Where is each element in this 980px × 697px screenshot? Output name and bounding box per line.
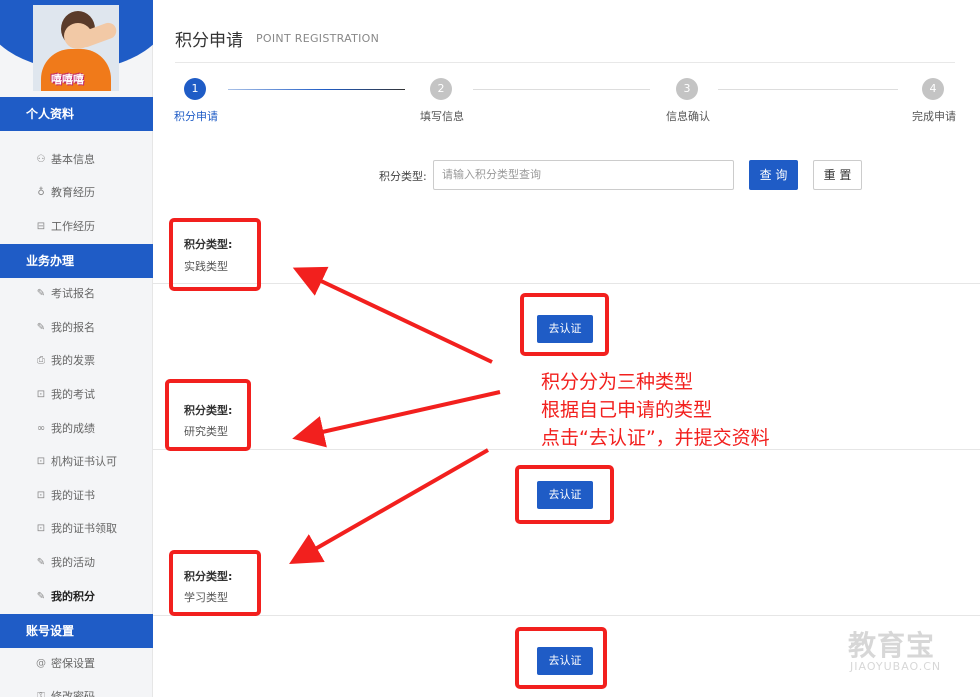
section-account[interactable]: 账号设置	[0, 614, 153, 648]
watermark-sub: JIAOYUBAO.CN	[850, 660, 942, 673]
sidebar-item-security-q[interactable]: @ 密保设置	[34, 654, 95, 674]
step-connector-3	[718, 89, 898, 90]
step-1-circle: 1	[184, 78, 206, 100]
sidebar-item-work[interactable]: ⊟ 工作经历	[34, 217, 95, 237]
sidebar-item-my-exam[interactable]: ⊡ 我的考试	[34, 385, 95, 405]
card-divider	[153, 283, 980, 284]
avatar-header: 嘻嘻嘻	[0, 0, 153, 96]
sidebar-item-my-invoice[interactable]: ⎙ 我的发票	[34, 351, 95, 371]
education-icon: ♁	[37, 187, 45, 198]
sidebar-item-change-password[interactable]: ⚿ 修改密码	[34, 687, 95, 697]
page-subtitle: POINT REGISTRATION	[256, 32, 380, 45]
watermark-main: 教育宝	[848, 629, 936, 662]
avatar-caption: 嘻嘻嘻	[51, 73, 84, 86]
sidebar-item-my-cert[interactable]: ⊡ 我的证书	[34, 486, 95, 506]
book-icon: ⊡	[36, 523, 46, 534]
avatar[interactable]: 嘻嘻嘻	[33, 5, 119, 91]
highlight-box-button-3	[515, 627, 607, 689]
step-3-label: 信息确认	[666, 110, 710, 123]
sidebar-item-exam-signup[interactable]: ✎ 考试报名	[34, 284, 95, 304]
book-icon: ⊡	[36, 456, 46, 467]
edit-icon: ✎	[36, 322, 46, 333]
watermark-logo: 教育宝 JIAOYUBAO.CN	[848, 624, 960, 678]
step-3-circle: 3	[676, 78, 698, 100]
step-2-circle: 2	[430, 78, 452, 100]
annotation-text: 积分分为三种类型 根据自己申请的类型 点击“去认证”，并提交资料	[541, 371, 770, 449]
step-connector-2	[473, 89, 650, 90]
printer-icon: ⎙	[37, 355, 45, 366]
points-type-search-input[interactable]: 请输入积分类型查询	[433, 160, 734, 190]
sidebar-item-my-score[interactable]: ∞ 我的成绩	[34, 419, 95, 439]
title-divider	[175, 62, 955, 63]
user-icon: ⚇	[36, 154, 46, 165]
book-icon: ⊡	[36, 490, 46, 501]
sidebar-item-education[interactable]: ♁ 教育经历	[34, 183, 95, 203]
sidebar-item-cert-pickup[interactable]: ⊡ 我的证书领取	[34, 519, 117, 539]
card-divider	[153, 615, 980, 616]
briefcase-icon: ⊟	[36, 221, 46, 232]
section-business[interactable]: 业务办理	[0, 244, 153, 278]
sidebar-item-my-points[interactable]: ✎ 我的积分	[34, 587, 95, 607]
at-icon: @	[36, 658, 46, 669]
glasses-icon: ∞	[36, 423, 46, 434]
highlight-box-type-2	[165, 379, 251, 451]
book-icon: ⊡	[36, 389, 46, 400]
step-connector-1	[228, 89, 405, 90]
sidebar-item-org-cert[interactable]: ⊡ 机构证书认可	[34, 452, 117, 472]
sidebar: 嘻嘻嘻 个人资料 ⚇ 基本信息 ♁ 教育经历 ⊟ 工作经历 业务办理 ✎ 考试报名 ✎ 我…	[0, 0, 153, 697]
edit-icon: ✎	[36, 591, 46, 602]
highlight-box-button-2	[515, 465, 614, 524]
step-4-label: 完成申请	[912, 110, 956, 123]
step-4-circle: 4	[922, 78, 944, 100]
filter-label: 积分类型:	[379, 170, 427, 183]
section-personal-info[interactable]: 个人资料	[0, 97, 153, 131]
sidebar-item-my-signup[interactable]: ✎ 我的报名	[34, 318, 95, 338]
highlight-box-type-1	[169, 218, 261, 291]
sidebar-item-my-activity[interactable]: ✎ 我的活动	[34, 553, 95, 573]
edit-icon: ✎	[36, 557, 46, 568]
page-title: 积分申请	[175, 31, 243, 51]
lock-icon: ⚿	[37, 691, 45, 697]
step-2-label: 填写信息	[420, 110, 464, 123]
step-1-label: 积分申请	[174, 110, 218, 123]
query-button[interactable]: 查 询	[749, 160, 798, 190]
pencil-icon: ✎	[36, 288, 46, 299]
reset-button[interactable]: 重 置	[813, 160, 862, 190]
highlight-box-button-1	[520, 293, 609, 356]
highlight-box-type-3	[169, 550, 261, 616]
sidebar-item-basic-info[interactable]: ⚇ 基本信息	[34, 150, 95, 170]
